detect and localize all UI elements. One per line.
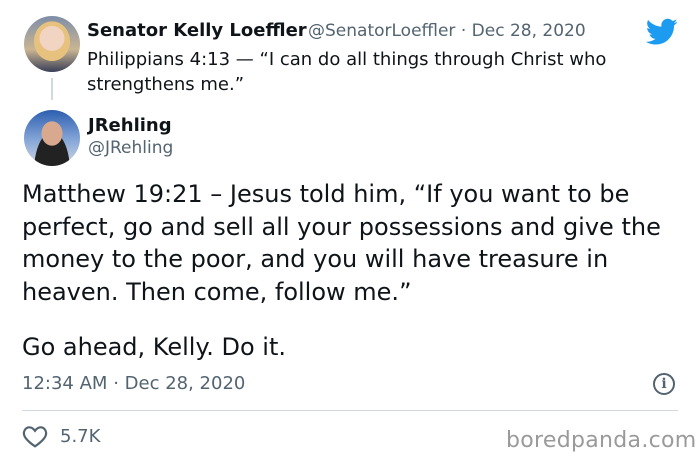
info-icon[interactable]: i — [653, 373, 675, 395]
avatar-senator-loeffler[interactable] — [24, 16, 80, 72]
thread-connector-line — [51, 78, 53, 100]
reply-tweet-text: Matthew 19:21 – Jesus told him, “If you … — [22, 180, 661, 306]
reply-tweet-closing: Go ahead, Kelly. Do it. — [22, 333, 286, 361]
reply-author-display-name[interactable]: JRehling — [88, 115, 172, 136]
watermark: boredpanda.com — [506, 428, 697, 453]
author-meta: @SenatorLoeffler · Dec 28, 2020 — [308, 21, 586, 41]
meta-separator: · — [460, 21, 467, 41]
reply-timestamp[interactable]: 12:34 AM · Dec 28, 2020 — [22, 373, 245, 394]
like-count: 5.7K — [60, 426, 101, 447]
avatar-jrehling[interactable] — [24, 110, 80, 166]
divider — [22, 410, 678, 411]
author-handle[interactable]: @SenatorLoeffler — [308, 21, 455, 41]
reply-author-handle[interactable]: @JRehling — [88, 138, 173, 158]
tweet-date[interactable]: Dec 28, 2020 — [472, 21, 586, 41]
timestamp-separator: · — [113, 373, 119, 394]
twitter-bird-icon — [646, 18, 678, 45]
reply-time: 12:34 AM — [22, 373, 108, 394]
quoted-tweet-text: Philippians 4:13 — “I can do all things … — [87, 49, 607, 95]
author-display-name[interactable]: Senator Kelly Loeffler — [87, 20, 307, 41]
heart-icon[interactable] — [22, 424, 48, 448]
reply-date: Dec 28, 2020 — [124, 373, 246, 394]
